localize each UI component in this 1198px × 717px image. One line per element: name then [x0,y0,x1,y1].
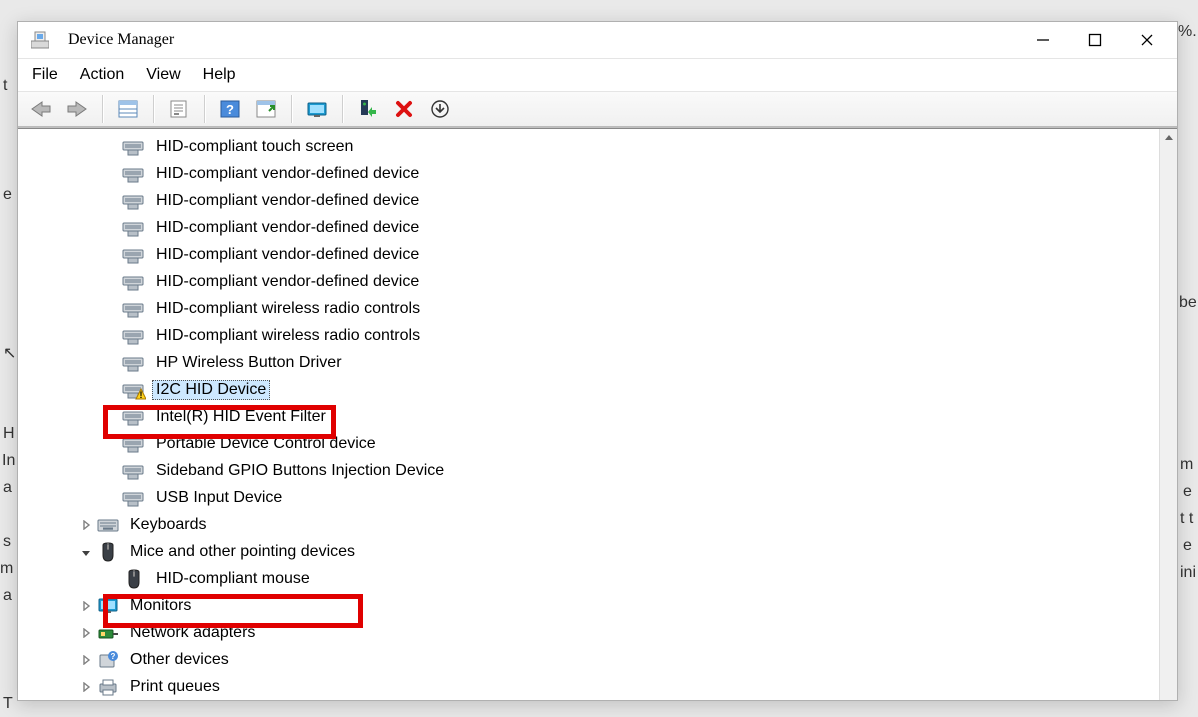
device-item[interactable]: HID-compliant vendor-defined device [18,187,1159,214]
device-item[interactable]: Portable Device Control device [18,430,1159,457]
device-manager-window: Device Manager File Action View Help [17,21,1178,701]
back-button[interactable] [26,94,56,124]
network-icon [96,621,120,645]
hid-device-icon [122,270,146,294]
hid-device-icon [122,216,146,240]
menu-file[interactable]: File [32,66,58,84]
category-label: Monitors [126,597,195,615]
menu-action[interactable]: Action [80,66,124,84]
scan-button[interactable] [251,94,281,124]
other-devices-icon: ? [96,648,120,672]
hid-device-icon [122,459,146,483]
menu-help[interactable]: Help [203,66,236,84]
category-print[interactable]: Print queues [18,673,1159,700]
device-label: Sideband GPIO Buttons Injection Device [152,462,448,480]
category-mice[interactable]: Mice and other pointing devices [18,538,1159,565]
menu-view[interactable]: View [146,66,180,84]
expander-icon[interactable] [76,601,96,611]
device-item[interactable]: HID-compliant vendor-defined device [18,268,1159,295]
hid-device-icon [122,243,146,267]
monitor-icon [96,594,120,618]
hid-device-icon [122,486,146,510]
device-item[interactable]: ! I2C HID Device [18,376,1159,403]
svg-text:?: ? [226,102,234,117]
mouse-icon [122,567,146,591]
hid-device-icon [122,135,146,159]
expander-icon[interactable] [76,682,96,692]
device-label: Portable Device Control device [152,435,380,453]
device-label: HID-compliant mouse [152,570,314,588]
device-item[interactable]: Sideband GPIO Buttons Injection Device [18,457,1159,484]
window-title: Device Manager [68,31,1017,49]
category-label: Keyboards [126,516,211,534]
forward-button[interactable] [62,94,92,124]
device-label: HID-compliant vendor-defined device [152,219,423,237]
vertical-scrollbar[interactable] [1159,129,1177,700]
device-label: USB Input Device [152,489,286,507]
device-item[interactable]: Intel(R) HID Event Filter [18,403,1159,430]
device-tree[interactable]: HID-compliant touch screen HID-compliant… [18,129,1159,700]
device-label: HID-compliant vendor-defined device [152,165,423,183]
enable-button[interactable] [353,94,383,124]
app-icon [28,28,52,52]
category-label: Print queues [126,678,224,696]
device-item[interactable]: HID-compliant vendor-defined device [18,241,1159,268]
device-item[interactable]: HID-compliant vendor-defined device [18,214,1159,241]
close-button[interactable] [1121,22,1173,58]
expander-icon[interactable] [76,655,96,665]
hid-device-icon [122,162,146,186]
device-item[interactable]: HID-compliant mouse [18,565,1159,592]
show-all-button[interactable] [113,94,143,124]
device-label: HID-compliant vendor-defined device [152,192,423,210]
category-keyboards[interactable]: Keyboards [18,511,1159,538]
device-label: HID-compliant wireless radio controls [152,300,424,318]
hid-device-icon [122,297,146,321]
category-label: Other devices [126,651,233,669]
properties-button[interactable] [164,94,194,124]
hid-device-icon [122,351,146,375]
titlebar: Device Manager [18,22,1177,59]
category-other[interactable]: ? Other devices [18,646,1159,673]
scroll-up-button[interactable] [1160,129,1177,147]
content-area: HID-compliant touch screen HID-compliant… [18,128,1177,700]
expander-icon[interactable] [76,628,96,638]
uninstall-button[interactable] [389,94,419,124]
device-item[interactable]: HID-compliant wireless radio controls [18,322,1159,349]
device-item[interactable]: HID-compliant touch screen [18,133,1159,160]
device-label: HID-compliant touch screen [152,138,357,156]
device-item[interactable]: HID-compliant wireless radio controls [18,295,1159,322]
toolbar: ? [18,92,1177,128]
printer-icon [96,675,120,699]
device-item[interactable]: HP Wireless Button Driver [18,349,1159,376]
category-label: Network adapters [126,624,259,642]
device-label: I2C HID Device [152,380,270,400]
svg-text:?: ? [111,652,116,661]
keyboard-icon [96,513,120,537]
mouse-icon [96,540,120,564]
category-monitors[interactable]: Monitors [18,592,1159,619]
device-label: HP Wireless Button Driver [152,354,346,372]
category-network[interactable]: Network adapters [18,619,1159,646]
hid-device-icon [122,432,146,456]
device-label: HID-compliant wireless radio controls [152,327,424,345]
device-label: HID-compliant vendor-defined device [152,246,423,264]
expander-icon[interactable] [76,547,96,557]
device-label: HID-compliant vendor-defined device [152,273,423,291]
hid-device-icon [122,405,146,429]
hid-device-icon [122,324,146,348]
hid-device-icon: ! [122,378,146,402]
minimize-button[interactable] [1017,22,1069,58]
menubar: File Action View Help [18,59,1177,92]
update-driver-button[interactable] [302,94,332,124]
help-button[interactable]: ? [215,94,245,124]
hid-device-icon [122,189,146,213]
device-label: Intel(R) HID Event Filter [152,408,330,426]
expander-icon[interactable] [76,520,96,530]
more-button[interactable] [425,94,455,124]
maximize-button[interactable] [1069,22,1121,58]
category-label: Mice and other pointing devices [126,543,359,561]
svg-text:!: ! [140,390,143,400]
device-item[interactable]: HID-compliant vendor-defined device [18,160,1159,187]
device-item[interactable]: USB Input Device [18,484,1159,511]
